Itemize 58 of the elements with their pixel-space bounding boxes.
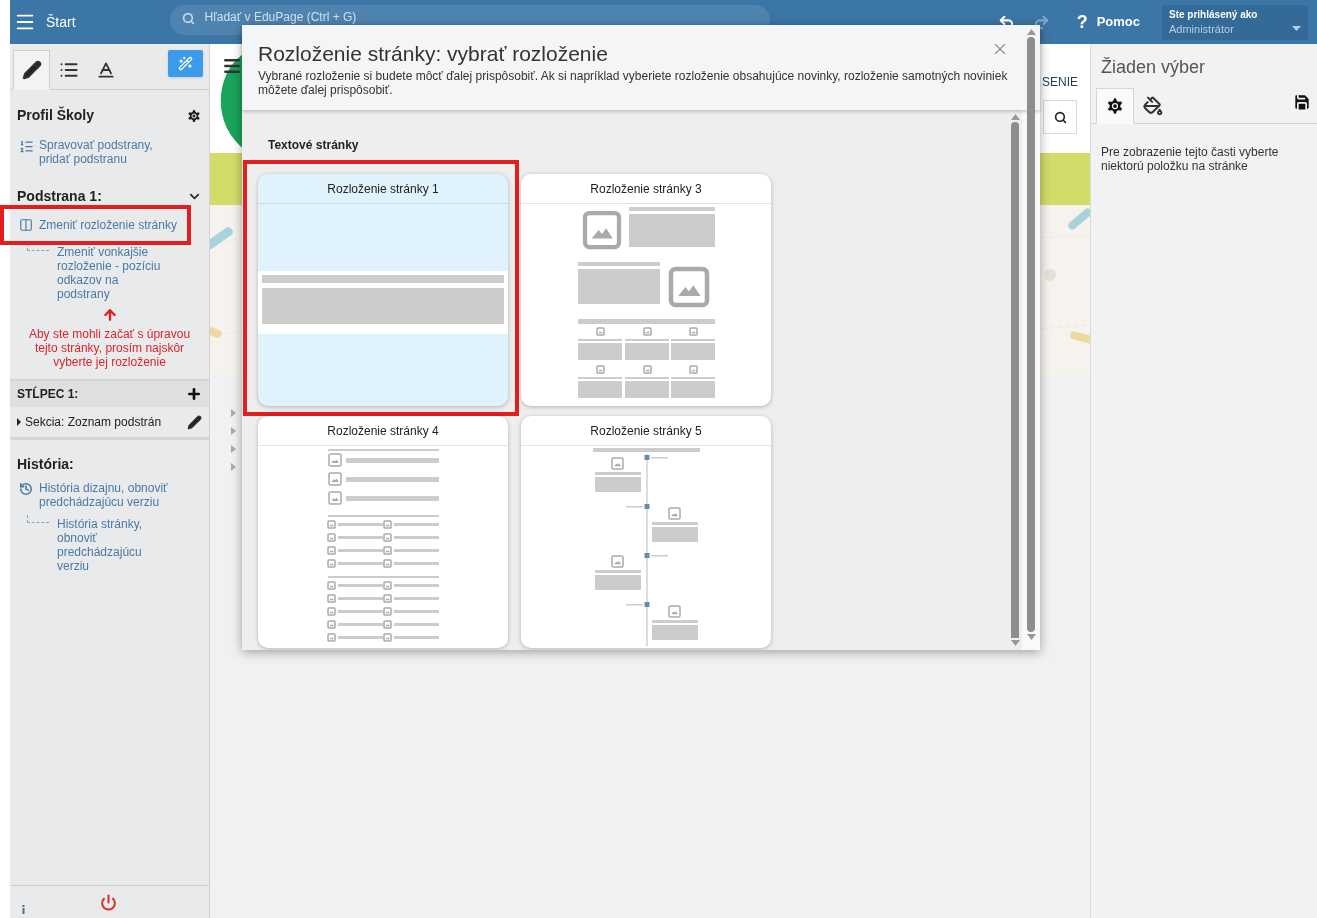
text-format-icon xyxy=(95,60,116,80)
paint-bucket-icon xyxy=(1143,96,1163,116)
settings-icon xyxy=(1105,96,1125,116)
section-title: Podstrana 1: xyxy=(17,187,102,206)
numbered-list-icon xyxy=(19,139,34,154)
panel-title: Žiaden výber xyxy=(1100,56,1207,79)
edit-icon[interactable] xyxy=(187,414,202,430)
column-title: STĹPEC 1: xyxy=(17,385,79,403)
list-icon xyxy=(58,60,79,80)
search-input[interactable]: Hľadať v EduPage (Ctrl + G) xyxy=(204,10,375,24)
panel-tab[interactable] xyxy=(13,50,50,90)
selection-hint: Pre zobrazenie tejto časti vyberte niektorú položku na stránke xyxy=(1100,144,1280,173)
menu-button[interactable]: Štart xyxy=(10,0,84,44)
layout-warning: Aby ste mohli začať s úpravou tejto stránky, prosím najskôr vyberte jej rozloženie xyxy=(27,326,192,369)
power-icon[interactable] xyxy=(100,893,117,911)
design-history-link[interactable]: História dizajnu, obnoviť predchádzajúcu verziu xyxy=(39,481,179,509)
card-title: Rozloženie stránky 4 xyxy=(258,416,508,446)
outer-layout-link[interactable]: Zmeniť vonkajšie rozloženie - pozíciu odkazov na podstrany xyxy=(57,245,167,301)
caret-right-icon[interactable] xyxy=(17,418,21,426)
columns-icon xyxy=(19,218,33,232)
add-icon[interactable] xyxy=(186,386,202,402)
section-title: História: xyxy=(17,456,74,472)
scrollbar-thumb[interactable] xyxy=(1011,122,1019,638)
info-icon[interactable] xyxy=(22,904,25,914)
card-title: Rozloženie stránky 3 xyxy=(521,174,771,204)
layout-card[interactable]: Rozloženie stránky 5 xyxy=(521,416,771,648)
scrollbar-thumb[interactable] xyxy=(1027,37,1035,632)
search-icon xyxy=(1053,110,1067,124)
page-history-link[interactable]: História stránky, obnoviť predchádzajúcu verziu xyxy=(57,517,152,573)
group-title: Textové stránky xyxy=(267,137,360,154)
card-title: Rozloženie stránky 1 xyxy=(258,174,508,204)
section-title: Profil Školy xyxy=(17,105,95,125)
save-icon[interactable] xyxy=(1292,92,1312,112)
redo-icon xyxy=(1032,13,1050,31)
card-title: Rozloženie stránky 5 xyxy=(521,416,771,446)
dialog-description: Vybrané rozloženie si budete môcť ďalej prispôsobiť. Ak si napríklad vyberiete rozloženie obsahujúce novinky, rozloženie samotných noviniek môžete ďalej prispôsobiť. xyxy=(258,69,1009,97)
search-icon xyxy=(181,12,195,25)
scroll-up-icon[interactable] xyxy=(1026,29,1036,35)
arrow-up-icon xyxy=(101,307,118,323)
section-item[interactable]: Sekcia: Zoznam podstrán xyxy=(25,413,162,431)
nav-link[interactable]: SENIE xyxy=(1042,73,1078,91)
help-button[interactable]: ? Pomoc xyxy=(1076,8,1140,36)
change-layout-link[interactable]: Zmeniť rozloženie stránky xyxy=(19,216,177,234)
layout-card[interactable]: Rozloženie stránky 4 xyxy=(258,416,508,648)
pencil-icon xyxy=(21,60,42,80)
settings-icon[interactable] xyxy=(186,107,202,124)
layout-card[interactable]: Rozloženie stránky 1 xyxy=(258,174,508,406)
history-icon xyxy=(19,482,33,496)
layout-card[interactable]: Rozloženie stránky 3 xyxy=(521,174,771,406)
menu-icon[interactable] xyxy=(222,56,242,76)
caret-icon xyxy=(1292,25,1301,31)
magic-wand-button[interactable] xyxy=(168,50,203,77)
magic-wand-icon xyxy=(178,56,193,71)
search-button[interactable] xyxy=(1043,100,1077,134)
manage-subpages-link[interactable]: Spravovať podstrany, pridať podstranu xyxy=(39,138,169,166)
panel-tab[interactable] xyxy=(1096,88,1134,124)
dialog-title: Rozloženie stránky: vybrať rozloženie xyxy=(258,42,608,66)
user-menu[interactable]: Ste prihlásený ako Administrátor xyxy=(1162,4,1308,40)
